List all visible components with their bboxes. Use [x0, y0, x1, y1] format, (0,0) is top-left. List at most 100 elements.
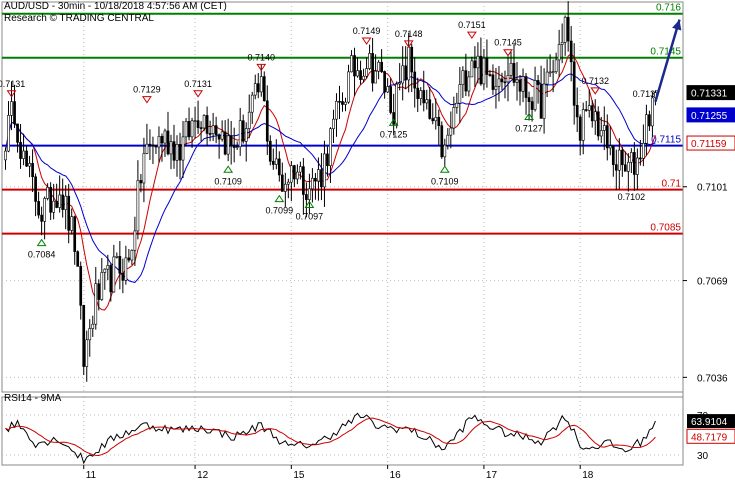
candle-body: [43, 198, 46, 222]
candle-body: [226, 135, 230, 155]
rsi-value-tag: 63.9104: [687, 414, 735, 429]
candle: [271, 148, 275, 170]
candle-body: [178, 144, 182, 161]
candle-body: [67, 195, 71, 231]
candle: [163, 128, 167, 157]
candle: [37, 191, 40, 219]
candle-body: [305, 194, 308, 200]
x-tick-label: 11: [86, 470, 97, 480]
candle-body: [4, 150, 7, 161]
candle-body: [524, 76, 528, 98]
candle: [461, 66, 465, 98]
price-note: 0.7102: [618, 192, 646, 202]
candle-body: [410, 46, 414, 73]
swing-low: 0.7109: [214, 165, 242, 186]
candle-body: [482, 57, 486, 85]
candle-body: [365, 68, 368, 77]
candle: [94, 266, 98, 330]
candle-body: [154, 145, 158, 148]
candle-body: [136, 180, 140, 232]
candle-body: [548, 71, 552, 74]
candle: [470, 56, 474, 78]
candle-body: [208, 133, 212, 135]
candle-body: [265, 100, 269, 142]
candle-body: [151, 144, 155, 147]
candle: [648, 110, 651, 131]
candle: [286, 178, 290, 199]
candle: [25, 145, 28, 168]
rsi-value-label: 63.9104: [691, 417, 728, 428]
candle: [323, 140, 326, 207]
candle-body: [115, 256, 119, 258]
candle: [85, 330, 89, 382]
candle-body: [578, 116, 582, 141]
candle-body: [10, 101, 13, 116]
candle-body: [353, 55, 356, 77]
candle: [172, 124, 176, 169]
candle-body: [217, 134, 221, 140]
candle: [645, 104, 648, 156]
candle: [575, 87, 579, 132]
price-tag: 0.71331: [686, 85, 735, 101]
candle-body: [196, 120, 200, 128]
candle: [554, 52, 558, 74]
candle: [262, 71, 266, 102]
candle: [602, 106, 606, 151]
candle-body: [271, 160, 275, 165]
candle: [193, 106, 197, 139]
candle: [214, 116, 218, 144]
candle-body: [554, 59, 558, 72]
candle: [419, 87, 423, 106]
candle: [557, 29, 561, 78]
candle-body: [166, 130, 170, 155]
candle: [121, 258, 125, 294]
swing-low-label: 0.7097: [296, 211, 324, 221]
candle: [533, 66, 537, 112]
candle-body: [380, 61, 383, 72]
x-tick-label: 12: [197, 470, 209, 480]
candle-body: [73, 216, 77, 252]
candle: [353, 47, 356, 96]
candle-body: [280, 174, 284, 192]
candle-body: [133, 230, 137, 251]
candle-body: [470, 60, 474, 78]
level-label: 0.716: [656, 3, 681, 14]
candle: [320, 153, 323, 201]
candle-body: [651, 97, 654, 127]
candle-body: [587, 105, 591, 111]
candle-body: [584, 109, 588, 111]
swing-low-label: 0.7125: [380, 129, 408, 139]
candle-body: [169, 141, 173, 155]
candle: [253, 74, 257, 100]
candle: [283, 172, 287, 208]
candle: [181, 120, 185, 179]
candle-body: [253, 83, 257, 96]
candle-body: [289, 165, 293, 183]
candle-body: [94, 283, 98, 325]
candle-body: [392, 112, 396, 125]
candle-body: [244, 128, 248, 142]
candle: [16, 123, 19, 153]
candle: [350, 50, 353, 73]
candle-body: [356, 70, 359, 77]
swing-low-marker: [36, 238, 47, 247]
candle: [636, 148, 639, 191]
candle: [280, 162, 284, 192]
swing-high-marker: [361, 37, 372, 45]
level-label: 0.71: [662, 179, 682, 190]
candle-body: [34, 176, 37, 202]
candle: [455, 92, 459, 114]
candle-body: [187, 121, 191, 138]
candle: [512, 44, 516, 87]
candle: [136, 160, 140, 240]
candle-body: [293, 165, 296, 180]
candle: [422, 70, 426, 112]
candle: [614, 149, 618, 190]
candle-body: [326, 153, 329, 166]
candle-body: [383, 71, 386, 93]
candle-body: [455, 102, 459, 108]
candle: [368, 44, 371, 71]
candle: [578, 114, 582, 156]
candle-body: [443, 144, 447, 158]
candle-body: [419, 90, 423, 99]
